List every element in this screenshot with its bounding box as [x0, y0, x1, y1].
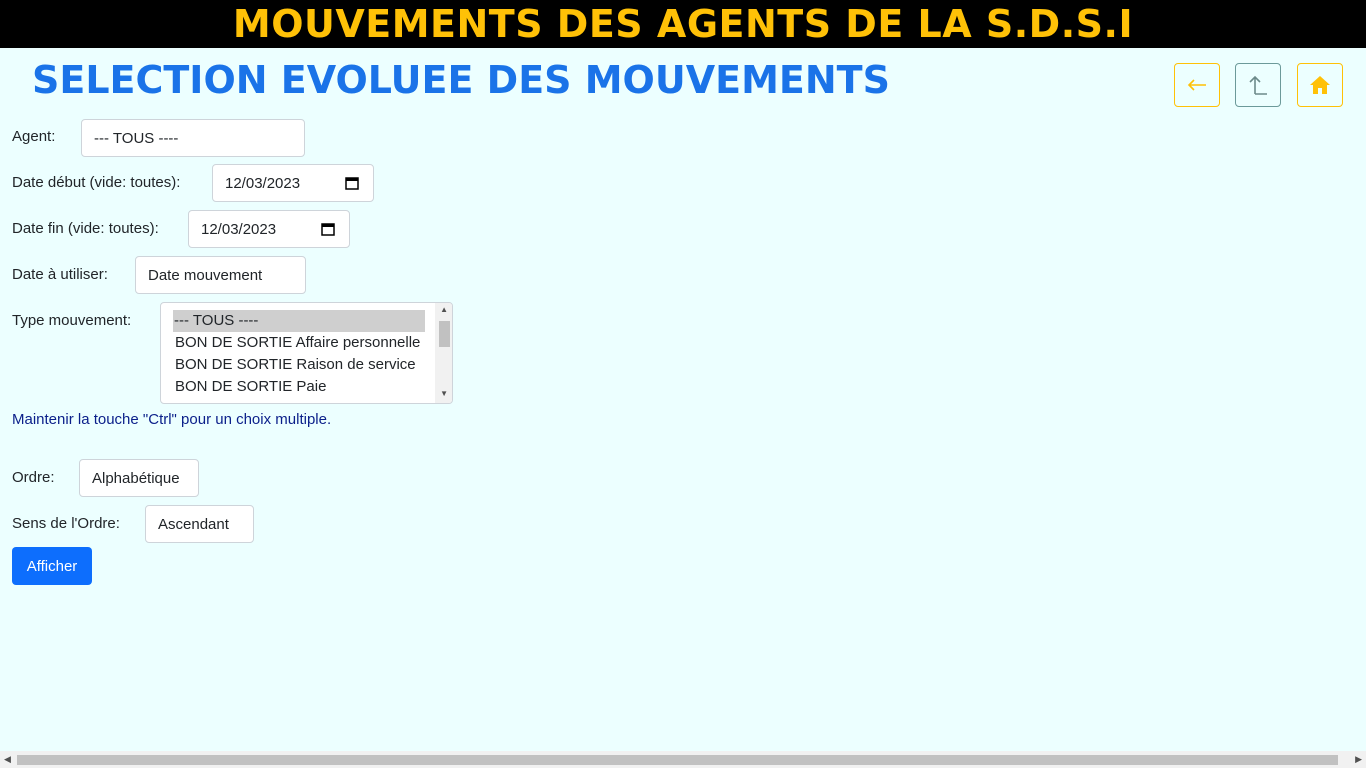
list-item[interactable]: --- TOUS ---- — [173, 310, 425, 332]
arrow-left-icon — [1187, 79, 1206, 91]
list-item[interactable]: BON DE SORTIE Raison de service — [175, 354, 416, 376]
date-fin-value: 12/03/2023 — [201, 220, 277, 238]
date-fin-label: Date fin (vide: toutes): — [12, 220, 159, 237]
sens-ordre-row: Sens de l'Ordre: — [12, 515, 120, 532]
type-mouvement-label: Type mouvement: — [12, 312, 132, 329]
scroll-left-icon[interactable]: ◀ — [4, 754, 11, 765]
type-mouvement-row: Type mouvement: — [12, 312, 131, 329]
multi-select-hint: Maintenir la touche "Ctrl" pour un choix… — [12, 411, 332, 428]
scroll-right-icon[interactable]: ▶ — [1355, 754, 1362, 765]
agent-label: Agent: — [12, 128, 56, 145]
agent-row: Agent: — [12, 128, 55, 145]
listbox-scroll-thumb[interactable] — [439, 321, 450, 347]
listbox-scrollbar[interactable]: ▲ ▼ — [435, 303, 452, 403]
list-item[interactable]: BON DE SORTIE Affaire personnelle — [175, 332, 420, 354]
calendar-icon[interactable] — [321, 222, 335, 236]
agent-select[interactable]: --- TOUS ---- — [81, 119, 305, 157]
date-debut-row: Date début (vide: toutes): — [12, 174, 180, 191]
app-title: MOUVEMENTS DES AGENTS DE LA S.D.S.I — [232, 2, 1134, 46]
afficher-button[interactable]: Afficher — [12, 547, 92, 585]
scroll-down-icon[interactable]: ▼ — [440, 389, 448, 398]
arrow-up-icon — [1249, 75, 1267, 95]
calendar-icon[interactable] — [345, 176, 359, 190]
horizontal-scroll-thumb[interactable] — [17, 755, 1338, 765]
up-button[interactable] — [1235, 63, 1281, 107]
ordre-row: Ordre: — [12, 469, 55, 486]
page-horizontal-scrollbar[interactable]: ◀ ▶ — [0, 751, 1366, 768]
type-mouvement-listbox[interactable]: --- TOUS ---- BON DE SORTIE Affaire pers… — [160, 302, 453, 404]
top-banner: MOUVEMENTS DES AGENTS DE LA S.D.S.I — [0, 0, 1366, 48]
ordre-value: Alphabétique — [92, 469, 180, 487]
back-button[interactable] — [1174, 63, 1220, 107]
date-fin-row: Date fin (vide: toutes): — [12, 220, 159, 237]
date-debut-label: Date début (vide: toutes): — [12, 174, 181, 191]
home-button[interactable] — [1297, 63, 1343, 107]
ordre-select[interactable]: Alphabétique — [79, 459, 199, 497]
list-item[interactable]: BON DE SORTIE Paie — [175, 376, 326, 398]
date-debut-input[interactable]: 12/03/2023 — [212, 164, 374, 202]
sens-ordre-label: Sens de l'Ordre: — [12, 515, 120, 532]
sens-ordre-select[interactable]: Ascendant — [145, 505, 254, 543]
date-debut-value: 12/03/2023 — [225, 174, 301, 192]
date-fin-input[interactable]: 12/03/2023 — [188, 210, 350, 248]
date-utiliser-row: Date à utiliser: — [12, 266, 108, 283]
scroll-up-icon[interactable]: ▲ — [440, 305, 448, 314]
date-utiliser-label: Date à utiliser: — [12, 266, 108, 283]
page-title: SELECTION EVOLUEE DES MOUVEMENTS — [32, 58, 890, 102]
date-utiliser-value: Date mouvement — [148, 266, 263, 284]
agent-select-value: --- TOUS ---- — [94, 129, 179, 147]
sens-ordre-value: Ascendant — [158, 515, 229, 533]
ordre-label: Ordre: — [12, 469, 55, 486]
home-icon — [1310, 76, 1330, 94]
date-utiliser-select[interactable]: Date mouvement — [135, 256, 306, 294]
